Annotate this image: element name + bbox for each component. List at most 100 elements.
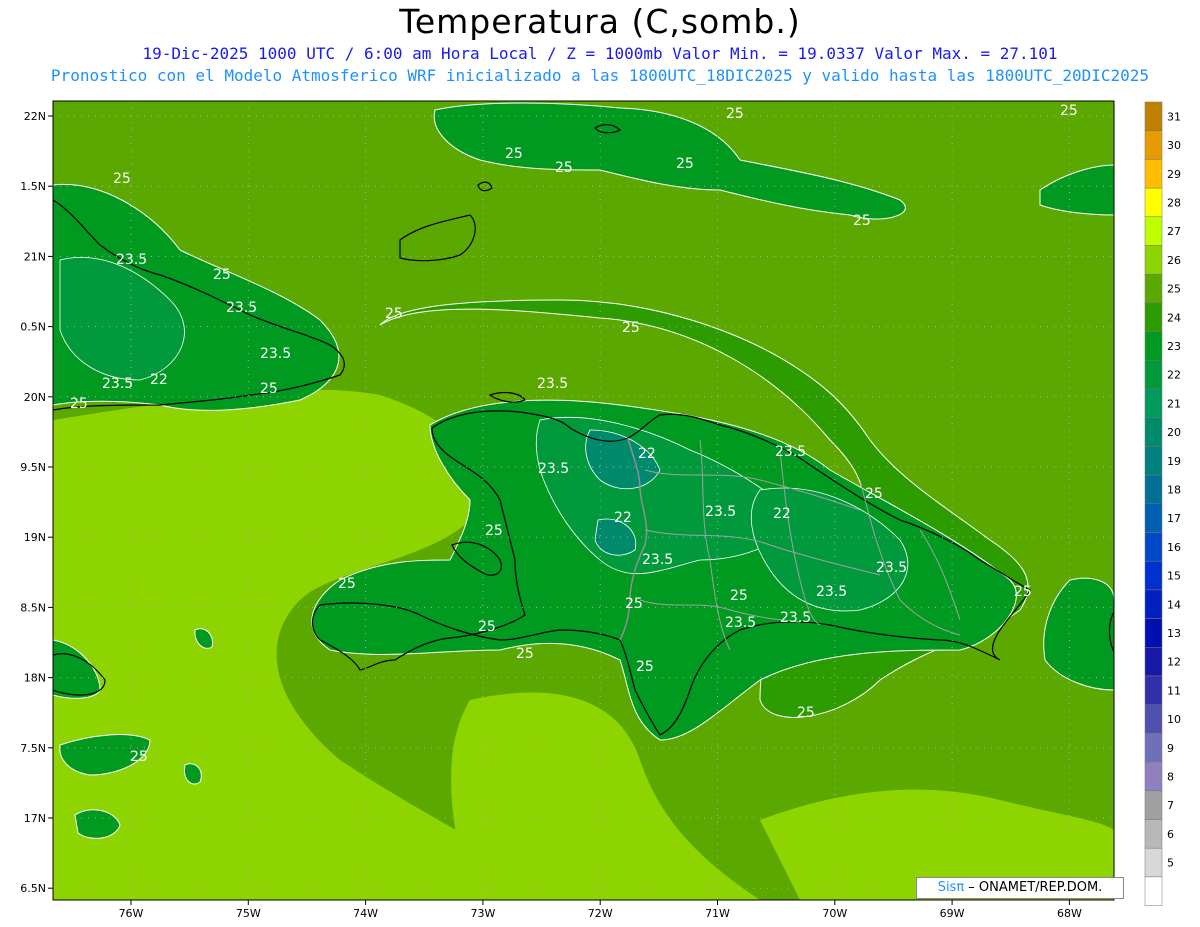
colorbar-swatch [1144, 819, 1163, 849]
colorbar-swatch [1144, 560, 1163, 591]
colorbar: 31 30 29 28 27 26 25 24 23 22 21 20 19 18 17 16 15 14 13 12… [1144, 101, 1181, 906]
lat-tick-label: 1.5N [20, 180, 46, 193]
longitude-axis: 76W 75W 74W 73W 72W 71W 70W 69W 68W [119, 900, 1082, 920]
colorbar-swatch [1144, 417, 1163, 447]
colorbar-label: 29 [1167, 168, 1181, 181]
contour-label: 23.5 [116, 252, 147, 268]
contour-label: 22 [614, 510, 632, 526]
colorbar-swatch [1144, 733, 1163, 763]
contour-label: 23.5 [725, 615, 756, 631]
colorbar-swatch [1144, 216, 1163, 246]
colorbar-swatch [1144, 273, 1163, 304]
credit-box: Sisπ – ONAMET/REP.DOM. [916, 877, 1124, 899]
colorbar-swatch [1144, 704, 1163, 734]
contour-label: 23.5 [537, 376, 568, 392]
colorbar-swatch [1144, 130, 1163, 160]
contour-label: 25 [797, 705, 815, 721]
colorbar-swatch [1144, 302, 1163, 332]
lat-tick-label: 6.5N [20, 882, 46, 895]
colorbar-label: 18 [1167, 483, 1181, 496]
colorbar-label: 22 [1167, 369, 1181, 382]
lat-tick-label: 7.5N [20, 742, 46, 755]
credit-text: – ONAMET/REP.DOM. [964, 880, 1103, 895]
contour-label: 25 [516, 646, 534, 662]
colorbar-swatch [1144, 388, 1163, 418]
contour-label: 22 [150, 372, 168, 388]
contour-label: 25 [676, 156, 694, 172]
lon-tick-label: 70W [822, 907, 847, 920]
colorbar-label: 25 [1167, 283, 1181, 296]
contour-label: 25 [213, 267, 231, 283]
colorbar-swatch [1144, 761, 1163, 792]
lon-tick-label: 74W [353, 907, 378, 920]
colorbar-label: 26 [1167, 254, 1181, 267]
lat-tick-label: 22N [24, 110, 46, 123]
contour-label: 23.5 [816, 584, 847, 600]
contour-label: 25 [625, 596, 643, 612]
contour-label: 25 [865, 486, 883, 502]
lat-tick-label: 19N [24, 531, 46, 544]
lon-tick-label: 68W [1057, 907, 1082, 920]
contour-label: 25 [1014, 584, 1032, 600]
contour-label: 25 [622, 320, 640, 336]
colorbar-swatch [1144, 101, 1163, 131]
contour-label: 23.5 [102, 376, 133, 392]
colorbar-swatch [1144, 474, 1163, 505]
contour-label: 25 [853, 213, 871, 229]
colorbar-swatch [1144, 532, 1163, 562]
colorbar-label: 8 [1167, 770, 1174, 783]
lat-tick-label: 0.5N [20, 321, 46, 334]
contour-label: 25 [130, 749, 148, 765]
colorbar-label: 24 [1167, 311, 1181, 324]
contour-label: 23.5 [705, 504, 736, 520]
sispi-logo-text: Sisπ [937, 880, 965, 895]
contour-label: 23.5 [260, 346, 291, 362]
colorbar-swatch [1144, 245, 1163, 275]
colorbar-swatch [1144, 876, 1163, 906]
lon-tick-label: 71W [705, 907, 730, 920]
colorbar-label: 17 [1167, 512, 1181, 525]
lat-tick-label: 8.5N [20, 601, 46, 614]
lat-tick-label: 17N [24, 812, 46, 825]
contour-label: 23.5 [876, 560, 907, 576]
colorbar-label: 28 [1167, 196, 1181, 209]
lon-tick-label: 69W [940, 907, 965, 920]
contour-label: 25 [385, 306, 403, 322]
colorbar-label: 30 [1167, 139, 1181, 152]
colorbar-swatch [1144, 647, 1163, 677]
lon-tick-label: 72W [588, 907, 613, 920]
colorbar-label: 19 [1167, 455, 1181, 468]
colorbar-label: 5 [1167, 857, 1174, 870]
colorbar-swatch [1144, 847, 1163, 878]
colorbar-label: 10 [1167, 713, 1181, 726]
colorbar-label: 27 [1167, 225, 1181, 238]
lon-tick-label: 73W [470, 907, 495, 920]
colorbar-swatch [1144, 187, 1163, 218]
colorbar-label: 12 [1167, 656, 1181, 669]
colorbar-swatch [1144, 503, 1163, 533]
contour-label: 25 [260, 381, 278, 397]
colorbar-label: 20 [1167, 426, 1181, 439]
colorbar-swatch [1144, 331, 1163, 361]
contour-label: 25 [338, 576, 356, 592]
colorbar-label: 16 [1167, 541, 1181, 554]
colorbar-label: 31 [1167, 110, 1181, 123]
colorbar-swatch [1144, 675, 1163, 705]
colorbar-swatch [1144, 446, 1163, 476]
lon-tick-label: 76W [119, 907, 144, 920]
colorbar-label: 13 [1167, 627, 1181, 640]
contour-label: 25 [1060, 103, 1078, 119]
lat-tick-label: 21N [24, 250, 46, 263]
contour-label: 25 [70, 396, 88, 412]
contour-label: 25 [485, 523, 503, 539]
lat-tick-label: 20N [24, 391, 46, 404]
colorbar-swatch [1144, 159, 1163, 189]
plot-area: 25 25 25 25 25 25 25 25 23.5 23.5 23.5 2… [52, 100, 1115, 901]
lat-tick-label: 18N [24, 672, 46, 685]
colorbar-label: 6 [1167, 828, 1174, 841]
lon-tick-label: 75W [236, 907, 261, 920]
contour-label: 23.5 [775, 444, 806, 460]
contour-label: 25 [505, 146, 523, 162]
contour-label: 22 [773, 506, 791, 522]
colorbar-swatch [1144, 790, 1163, 820]
